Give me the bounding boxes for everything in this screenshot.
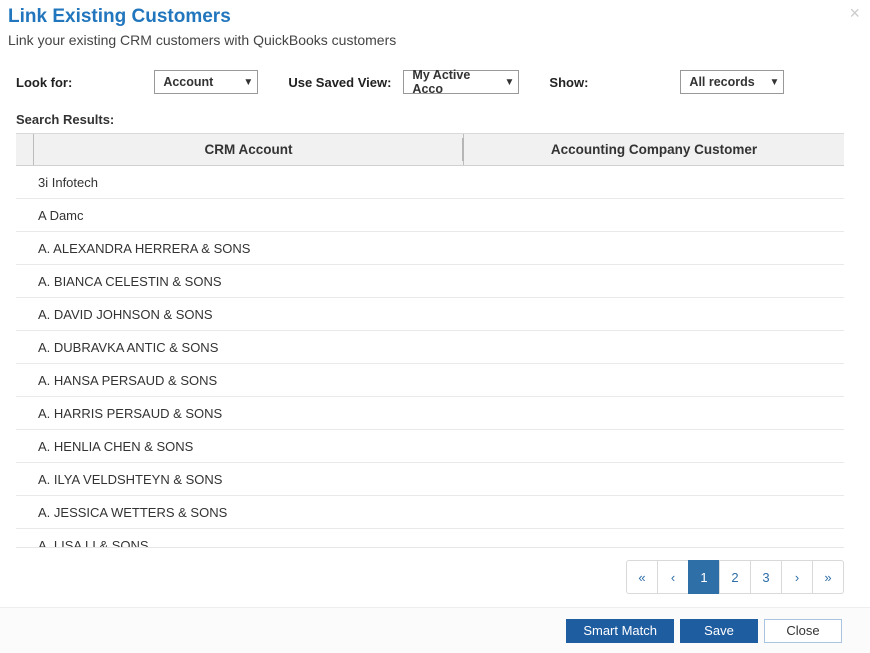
table-row[interactable]: A. JESSICA WETTERS & SONS [16, 496, 844, 529]
link-customers-modal: × Link Existing Customers Link your exis… [0, 0, 870, 653]
table-header: CRM Account Accounting Company Customer [16, 134, 844, 166]
saved-view-group: Use Saved View: My Active Acco ▼ [288, 70, 519, 94]
look-for-group: Look for: Account ▼ [16, 70, 258, 94]
cell-crm-account: A. BIANCA CELESTIN & SONS [16, 274, 464, 289]
table-row[interactable]: A. LISA LI & SONS [16, 529, 844, 548]
show-select[interactable]: All records ▼ [680, 70, 784, 94]
close-button[interactable]: Close [764, 619, 842, 643]
cell-crm-account: A. HANSA PERSAUD & SONS [16, 373, 464, 388]
cell-crm-account: A. DAVID JOHNSON & SONS [16, 307, 464, 322]
page-title: Link Existing Customers [8, 0, 852, 32]
page-subtitle: Link your existing CRM customers with Qu… [8, 32, 852, 64]
modal-footer: Smart Match Save Close [0, 607, 870, 653]
pagination: «‹123›» [8, 548, 852, 594]
show-value: All records [689, 75, 754, 89]
table-row[interactable]: A. ALEXANDRA HERRERA & SONS [16, 232, 844, 265]
table-row[interactable]: A Damc [16, 199, 844, 232]
cell-crm-account: A. JESSICA WETTERS & SONS [16, 505, 464, 520]
column-header-accounting-label: Accounting Company Customer [551, 142, 757, 157]
cell-crm-account: A. HENLIA CHEN & SONS [16, 439, 464, 454]
close-icon[interactable]: × [849, 4, 860, 22]
column-header-crm[interactable]: CRM Account [34, 134, 464, 165]
cell-crm-account: A. LISA LI & SONS [16, 538, 464, 549]
table-row[interactable]: A. HARRIS PERSAUD & SONS [16, 397, 844, 430]
pager-prev[interactable]: ‹ [657, 560, 689, 594]
cell-crm-account: A. ALEXANDRA HERRERA & SONS [16, 241, 464, 256]
table-row[interactable]: 3i Infotech [16, 166, 844, 199]
pager-last[interactable]: » [812, 560, 844, 594]
row-handle-header [16, 134, 34, 165]
column-header-crm-label: CRM Account [205, 142, 293, 157]
table-body[interactable]: 3i Infotech A Damc A. ALEXANDRA HERRERA & … [16, 166, 844, 548]
saved-view-label: Use Saved View: [288, 75, 391, 90]
table-row[interactable]: A. ILYA VELDSHTEYN & SONS [16, 463, 844, 496]
chevron-down-icon: ▼ [243, 77, 253, 88]
pager-next[interactable]: › [781, 560, 813, 594]
cell-crm-account: 3i Infotech [16, 175, 464, 190]
pager-first[interactable]: « [626, 560, 658, 594]
pager-page-2[interactable]: 2 [719, 560, 751, 594]
cell-crm-account: A. HARRIS PERSAUD & SONS [16, 406, 464, 421]
cell-crm-account: A Damc [16, 208, 464, 223]
look-for-select[interactable]: Account ▼ [154, 70, 258, 94]
cell-crm-account: A. DUBRAVKA ANTIC & SONS [16, 340, 464, 355]
pager-page-1[interactable]: 1 [688, 560, 720, 594]
table-row[interactable]: A. DUBRAVKA ANTIC & SONS [16, 331, 844, 364]
column-header-accounting[interactable]: Accounting Company Customer [464, 134, 844, 165]
table-row[interactable]: A. HENLIA CHEN & SONS [16, 430, 844, 463]
look-for-value: Account [163, 75, 213, 89]
smart-match-button[interactable]: Smart Match [566, 619, 674, 643]
chevron-down-icon: ▼ [505, 77, 515, 88]
chevron-down-icon: ▼ [770, 77, 780, 88]
saved-view-select[interactable]: My Active Acco ▼ [403, 70, 519, 94]
table-row[interactable]: A. BIANCA CELESTIN & SONS [16, 265, 844, 298]
save-button[interactable]: Save [680, 619, 758, 643]
results-table: CRM Account Accounting Company Customer … [16, 133, 844, 548]
pager-page-3[interactable]: 3 [750, 560, 782, 594]
cell-crm-account: A. ILYA VELDSHTEYN & SONS [16, 472, 464, 487]
look-for-label: Look for: [16, 75, 72, 90]
search-results-label: Search Results: [8, 112, 852, 133]
filter-row: Look for: Account ▼ Use Saved View: My A… [8, 64, 852, 112]
show-group: Show: All records ▼ [549, 70, 784, 94]
saved-view-value: My Active Acco [412, 68, 494, 96]
table-row[interactable]: A. DAVID JOHNSON & SONS [16, 298, 844, 331]
table-row[interactable]: A. HANSA PERSAUD & SONS [16, 364, 844, 397]
show-label: Show: [549, 75, 588, 90]
